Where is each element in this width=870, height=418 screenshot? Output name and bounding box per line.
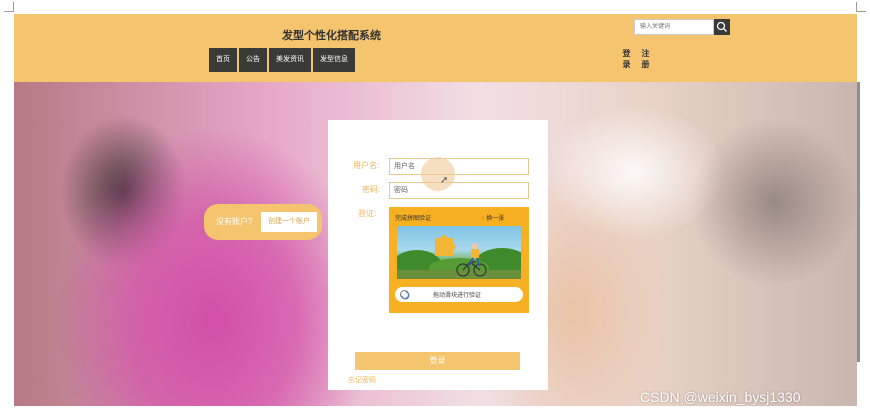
slider-knob[interactable]: [400, 290, 410, 300]
captcha-puzzle-image: [397, 226, 521, 279]
crop-corner-left: [4, 2, 14, 12]
signup-prompt-text: 没有账户?: [216, 217, 253, 226]
captcha-refresh-button[interactable]: ◌ 换一张: [481, 213, 504, 222]
create-account-button[interactable]: 创建一个账户: [261, 212, 317, 232]
scrollbar[interactable]: [857, 82, 860, 362]
nav-item-hairstyles[interactable]: 发型信息: [313, 48, 355, 72]
hero-background: 没有账户? 创建一个账户 用户名: 用户名 密码: 密码 ➚ 验证: 完成拼图验…: [14, 82, 857, 406]
main-nav: 首页 公告 美发资讯 发型信息: [209, 48, 355, 72]
captcha-panel: 完成拼图验证 ◌ 换一张 拖动滑块进行验证: [389, 207, 529, 313]
captcha-refresh-label: 换一张: [486, 216, 505, 222]
captcha-slider-hint: 拖动滑块进行验证: [433, 293, 482, 299]
username-label: 用户名:: [353, 161, 380, 170]
password-field[interactable]: 密码: [389, 182, 529, 199]
forgot-password-link[interactable]: 忘记密码: [348, 375, 376, 385]
puzzle-scene: [397, 235, 521, 279]
search-input[interactable]: [634, 19, 714, 35]
captcha-slider[interactable]: 拖动滑块进行验证: [395, 287, 523, 302]
refresh-icon: ◌: [481, 216, 485, 222]
captcha-title: 完成拼图验证: [395, 216, 432, 222]
password-label: 密码:: [362, 185, 381, 194]
site-header: 发型个性化搭配系统 首页 公告 美发资讯 发型信息 登录 注册: [14, 14, 857, 82]
crop-corner-right: [856, 2, 866, 12]
search-button[interactable]: [714, 19, 730, 35]
login-card: 用户名: 用户名 密码: 密码 ➚ 验证: 完成拼图验证 ◌ 换一张 拖动滑块进…: [328, 120, 548, 390]
nav-item-notices[interactable]: 公告: [239, 48, 267, 72]
cursor-icon: ➚: [440, 175, 449, 186]
username-field[interactable]: 用户名: [389, 158, 529, 175]
top-strip: [0, 0, 870, 14]
cursor-highlight: [421, 157, 455, 191]
captcha-label: 验证:: [358, 209, 377, 218]
login-button[interactable]: 登录: [355, 352, 520, 370]
nav-item-hair-news[interactable]: 美发资讯: [269, 48, 311, 72]
login-link[interactable]: 登录: [622, 48, 631, 70]
register-link[interactable]: 注册: [641, 48, 650, 70]
site-title: 发型个性化搭配系统: [282, 30, 381, 42]
loading-icon: [401, 291, 410, 300]
search-icon: [716, 21, 727, 32]
signup-prompt: 没有账户? 创建一个账户: [204, 204, 322, 240]
nav-item-home[interactable]: 首页: [209, 48, 237, 72]
watermark: CSDN @weixin_bysj1330: [640, 389, 801, 405]
